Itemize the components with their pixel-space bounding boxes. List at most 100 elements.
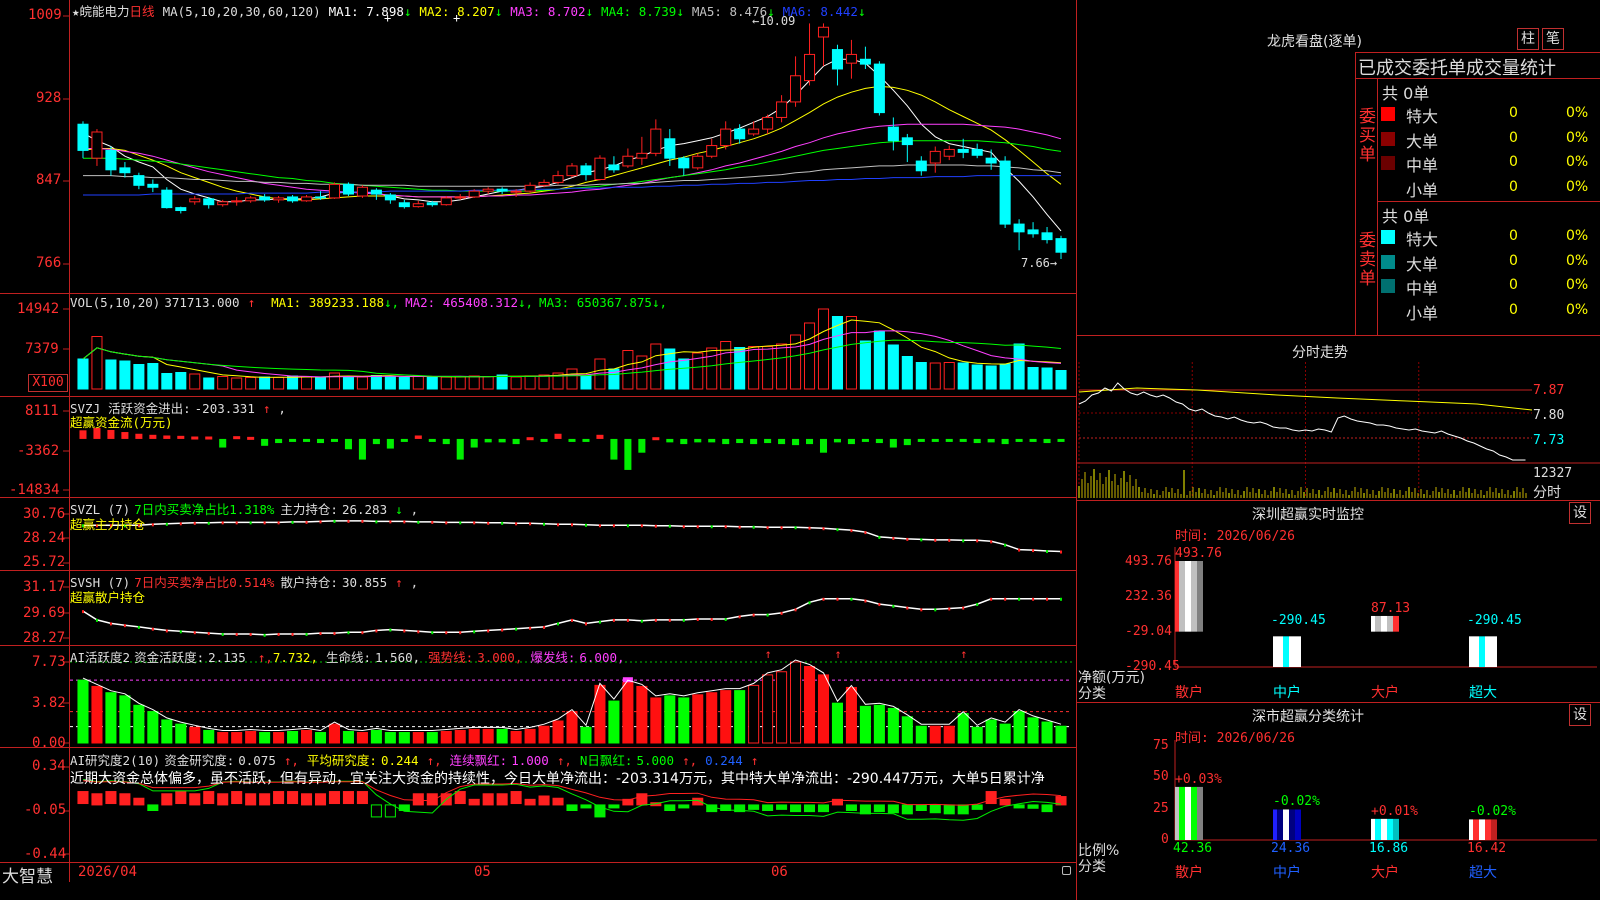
- ai-research-label2: 平均研究度:: [306, 753, 377, 768]
- volume-bar: [468, 375, 480, 390]
- ai-active-bar: [692, 694, 704, 744]
- svsh-tick: [836, 597, 839, 601]
- ai-research-bar: [231, 791, 243, 805]
- ma-legend-2: MA2: 8.207↓: [419, 4, 502, 19]
- svzj-bar: [1001, 438, 1009, 445]
- candle-body: [803, 53, 816, 82]
- ai-active-tick-2: 3.82: [32, 695, 66, 711]
- candle-body: [622, 155, 634, 167]
- ma-value: 8.739: [638, 4, 677, 19]
- vol-ma-label: MA1:: [271, 295, 309, 310]
- vol-ma-value: 650367.875: [576, 295, 652, 310]
- candle-body: [175, 207, 187, 212]
- ai-research-bar: [482, 793, 494, 806]
- sz2-category-label[interactable]: 超大: [1469, 862, 1497, 882]
- ai-research-bar: [776, 804, 788, 810]
- svzj-bar: [833, 438, 841, 443]
- svzj-bar: [722, 438, 730, 445]
- volume-bar: [77, 358, 89, 390]
- candle-body: [510, 190, 522, 193]
- ai-research-bar: [454, 791, 466, 805]
- low-price-mark: 7.66→: [1021, 256, 1058, 270]
- ai-active-bar: [454, 729, 466, 744]
- volume-bar: [873, 330, 885, 390]
- svzj-bar: [498, 438, 506, 443]
- sz2-bar: [1387, 818, 1393, 840]
- ai-active-bar: [314, 732, 327, 744]
- sz2-bar: [1273, 809, 1277, 840]
- ai-active-bar: [370, 729, 382, 744]
- svzl-tick: [934, 538, 937, 542]
- candle-body: [929, 150, 941, 164]
- lock-icon[interactable]: [1062, 866, 1071, 875]
- candle-body: [538, 181, 550, 186]
- ai-active-label4: 强势线:: [428, 650, 474, 665]
- volume-bar: [748, 346, 760, 390]
- volume-bar: [412, 375, 424, 390]
- svsh-tick: [864, 599, 867, 603]
- svsh-tick: [584, 622, 587, 626]
- sz2-category-label[interactable]: 大户: [1371, 862, 1399, 882]
- volume-bar: [328, 372, 341, 390]
- ai-active-bar: [245, 730, 257, 744]
- volume-bar: [929, 362, 941, 390]
- ai-research-bar: [566, 804, 578, 812]
- volume-bar: [1013, 343, 1025, 390]
- ma-title: MA(5,10,20,30,60,120): [162, 4, 321, 19]
- period-label[interactable]: 日线: [130, 4, 155, 19]
- stock-name[interactable]: 皖能电力: [80, 4, 130, 19]
- svzj-bar: [121, 432, 129, 439]
- ma-value: 8.207: [457, 4, 495, 19]
- ai-active-bar: [342, 730, 354, 744]
- svsh-tick: [263, 633, 266, 637]
- ai-active-bar: [803, 666, 816, 744]
- ai-active-bar: [398, 732, 410, 744]
- svzj-bar: [512, 438, 520, 445]
- candle-body: [776, 101, 788, 118]
- vol-title: VOL(5,10,20): [70, 295, 161, 310]
- svzl-tick: [598, 524, 601, 528]
- svsh-tick: [934, 608, 937, 612]
- ai-research-bar: [873, 804, 885, 813]
- volume-bar: [971, 364, 983, 390]
- svzj-bar: [303, 438, 311, 442]
- volume-bar: [524, 375, 536, 390]
- svzl-tick: [878, 535, 881, 539]
- candle-body: [133, 175, 145, 186]
- svzj-subtitle: 超赢资金流(万元): [70, 415, 173, 430]
- volume-bar: [1027, 367, 1039, 390]
- ma-arrow: ↓: [857, 4, 866, 19]
- candle-body: [1013, 223, 1025, 233]
- svzj-bar: [135, 433, 143, 439]
- vol-unit-button[interactable]: X100: [28, 374, 68, 392]
- svsh-tick: [165, 629, 168, 633]
- sz2-change-label: +0.03%: [1175, 771, 1222, 787]
- ai-research-bar: [608, 804, 620, 809]
- svzl-tick: [710, 525, 713, 529]
- sz-classify-xlabel: 分类: [1078, 859, 1106, 875]
- volume-bar: [915, 362, 927, 390]
- ai-research-bar: [273, 791, 285, 805]
- ai-active-bar: [524, 728, 536, 744]
- ai-research-bar: [1027, 804, 1039, 809]
- volume-bar: [454, 376, 466, 390]
- svzj-bar: [624, 438, 632, 470]
- sz2-value-label: 24.36: [1271, 841, 1311, 856]
- sz2-value-label: 42.36: [1173, 841, 1213, 856]
- svzl-tick: [584, 523, 587, 527]
- candle-body: [971, 148, 983, 156]
- sz2-bar: [1375, 818, 1381, 840]
- brand-label[interactable]: 大智慧: [2, 862, 53, 887]
- candle-body: [748, 128, 760, 135]
- ai-research-bar: [245, 793, 257, 806]
- svzl-tick: [1060, 550, 1063, 554]
- ma-arrow: ↓: [676, 4, 684, 19]
- svsh-tick: [682, 618, 685, 622]
- star-icon[interactable]: ★: [72, 4, 80, 19]
- sz2-category-label[interactable]: 中户: [1273, 862, 1301, 882]
- sz2-category-label[interactable]: 散户: [1175, 862, 1203, 882]
- svzl-tick: [1004, 543, 1007, 547]
- main-chart-area[interactable]: ↑ ↑ ↑ 1009 928 847 766 ★皖能电力日线 MA(5,10,20,3…: [0, 0, 1077, 900]
- svzl-tick: [221, 521, 224, 525]
- svzl-tick: [403, 520, 406, 524]
